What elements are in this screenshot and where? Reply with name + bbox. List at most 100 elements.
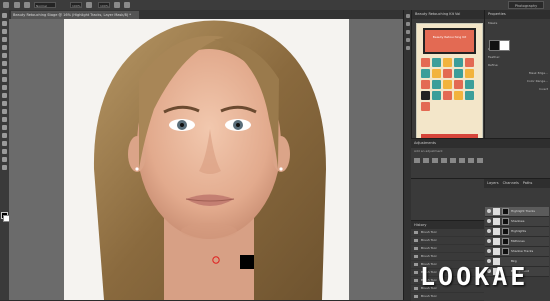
path-select-tool-icon[interactable] bbox=[2, 141, 7, 146]
makeup-tool-icon bbox=[454, 80, 463, 89]
info-panel-icon[interactable] bbox=[406, 30, 410, 34]
history-item[interactable]: Brush Tool bbox=[411, 229, 484, 237]
history-item[interactable]: Brush Tool bbox=[411, 245, 484, 253]
invert-button[interactable]: Invert bbox=[485, 85, 550, 93]
makeup-tool-icon bbox=[443, 58, 452, 67]
dodge-tool-icon[interactable] bbox=[2, 117, 7, 122]
history-item[interactable]: Brush Tool bbox=[411, 237, 484, 245]
history-panel-title: History bbox=[411, 221, 484, 229]
makeup-tool-icon bbox=[465, 69, 474, 78]
brush-tool-icon[interactable] bbox=[2, 69, 7, 74]
vibrance-icon[interactable] bbox=[450, 158, 456, 163]
makeup-tool-icon bbox=[421, 91, 430, 100]
layer-row[interactable]: Shadow Tracks bbox=[485, 247, 549, 257]
watermark-logo: LOOKAE bbox=[420, 262, 529, 291]
makeup-tool-icon bbox=[432, 91, 441, 100]
history-panel-icon[interactable] bbox=[406, 14, 410, 18]
zoom-tool-icon[interactable] bbox=[2, 165, 7, 170]
layer-name: Highlight Tracks bbox=[511, 209, 535, 213]
canvas-area[interactable] bbox=[9, 19, 403, 300]
mask-edge-button[interactable]: Mask Edge... bbox=[485, 69, 550, 77]
swatches-panel-icon[interactable] bbox=[406, 38, 410, 42]
airbrush-icon[interactable] bbox=[114, 2, 120, 8]
layer-thumbnail bbox=[493, 248, 500, 255]
eraser-tool-icon[interactable] bbox=[2, 93, 7, 98]
eyedropper-tool-icon[interactable] bbox=[2, 53, 7, 58]
black-white-icon[interactable] bbox=[477, 158, 483, 163]
document-canvas[interactable] bbox=[64, 19, 349, 300]
levels-icon[interactable] bbox=[423, 158, 429, 163]
clone-stamp-tool-icon[interactable] bbox=[2, 77, 7, 82]
layer-name: Midtones bbox=[511, 239, 525, 243]
workspace-switcher[interactable]: Photography bbox=[508, 1, 544, 9]
makeup-tool-icon bbox=[421, 58, 430, 67]
visibility-eye-icon[interactable] bbox=[487, 209, 491, 213]
visibility-eye-icon[interactable] bbox=[487, 239, 491, 243]
tab-layers[interactable]: Layers bbox=[487, 179, 499, 188]
color-balance-icon[interactable] bbox=[468, 158, 474, 163]
brush-settings-icon[interactable] bbox=[24, 2, 30, 8]
layer-row[interactable]: Highlights bbox=[485, 227, 549, 237]
layer-mask-thumbnail[interactable] bbox=[502, 238, 509, 245]
layer-mask-thumbnail[interactable] bbox=[502, 208, 509, 215]
makeup-tool-icon bbox=[454, 69, 463, 78]
marquee-tool-icon[interactable] bbox=[2, 21, 7, 26]
makeup-tool-icon bbox=[432, 69, 441, 78]
visibility-eye-icon[interactable] bbox=[487, 229, 491, 233]
type-tool-icon[interactable] bbox=[2, 133, 7, 138]
quick-select-tool-icon[interactable] bbox=[2, 37, 7, 42]
pressure-opacity-icon[interactable] bbox=[86, 2, 92, 8]
layer-thumbnail bbox=[493, 238, 500, 245]
blend-mode-select[interactable]: Normal bbox=[34, 2, 56, 8]
makeup-tool-icon bbox=[465, 58, 474, 67]
layer-row[interactable]: Shadows bbox=[485, 217, 549, 227]
history-item[interactable]: Brush Tool bbox=[411, 253, 484, 261]
makeup-tool-icon bbox=[421, 80, 430, 89]
exposure-icon[interactable] bbox=[441, 158, 447, 163]
tab-paths[interactable]: Paths bbox=[523, 179, 533, 188]
paths-area bbox=[411, 178, 484, 221]
pressure-size-icon[interactable] bbox=[124, 2, 130, 8]
layer-row[interactable]: Midtones bbox=[485, 237, 549, 247]
makeup-tool-icon bbox=[432, 80, 441, 89]
portrait-photo bbox=[64, 19, 349, 300]
layer-mask-thumbnail[interactable] bbox=[502, 248, 509, 255]
brightness-icon[interactable] bbox=[414, 158, 420, 163]
actions-panel-icon[interactable] bbox=[406, 46, 410, 50]
layer-mask-thumbnail[interactable] bbox=[502, 218, 509, 225]
layer-mask-thumbnail[interactable] bbox=[502, 228, 509, 235]
preview-panel-title: Beauty Retouching Kit Vol bbox=[412, 10, 485, 19]
photoshop-logo-icon[interactable] bbox=[3, 2, 9, 8]
adjustments-panel: Adjustments Add an adjustment bbox=[411, 138, 550, 179]
layer-row[interactable]: Highlight Tracks bbox=[485, 207, 549, 217]
hand-tool-icon[interactable] bbox=[2, 157, 7, 162]
makeup-tool-icon bbox=[443, 69, 452, 78]
tab-channels[interactable]: Channels bbox=[503, 179, 519, 188]
makeup-tool-icon bbox=[454, 91, 463, 100]
shape-tool-icon[interactable] bbox=[2, 149, 7, 154]
color-range-button[interactable]: Color Range... bbox=[485, 77, 550, 85]
makeup-tool-icon bbox=[421, 69, 430, 78]
flow-field[interactable]: 100% bbox=[98, 2, 110, 8]
visibility-eye-icon[interactable] bbox=[487, 219, 491, 223]
poster-icon-grid bbox=[421, 58, 478, 111]
makeup-tool-icon bbox=[421, 102, 430, 111]
document-tab[interactable]: Beauty Retouching Stage @ 16% (Highlight… bbox=[11, 11, 139, 19]
opacity-field[interactable]: 100% bbox=[70, 2, 82, 8]
gradient-tool-icon[interactable] bbox=[2, 101, 7, 106]
properties-panel-icon[interactable] bbox=[406, 22, 410, 26]
history-brush-tool-icon[interactable] bbox=[2, 85, 7, 90]
brush-preset-icon[interactable] bbox=[14, 2, 20, 8]
pen-tool-icon[interactable] bbox=[2, 125, 7, 130]
lasso-tool-icon[interactable] bbox=[2, 29, 7, 34]
hue-saturation-icon[interactable] bbox=[459, 158, 465, 163]
visibility-eye-icon[interactable] bbox=[487, 249, 491, 253]
layer-thumbnail bbox=[493, 218, 500, 225]
masks-label: Masks bbox=[488, 21, 498, 25]
vector-mask-thumbnail[interactable] bbox=[499, 40, 510, 51]
crop-tool-icon[interactable] bbox=[2, 45, 7, 50]
move-tool-icon[interactable] bbox=[2, 13, 7, 18]
curves-icon[interactable] bbox=[432, 158, 438, 163]
healing-brush-tool-icon[interactable] bbox=[2, 61, 7, 66]
blur-tool-icon[interactable] bbox=[2, 109, 7, 114]
